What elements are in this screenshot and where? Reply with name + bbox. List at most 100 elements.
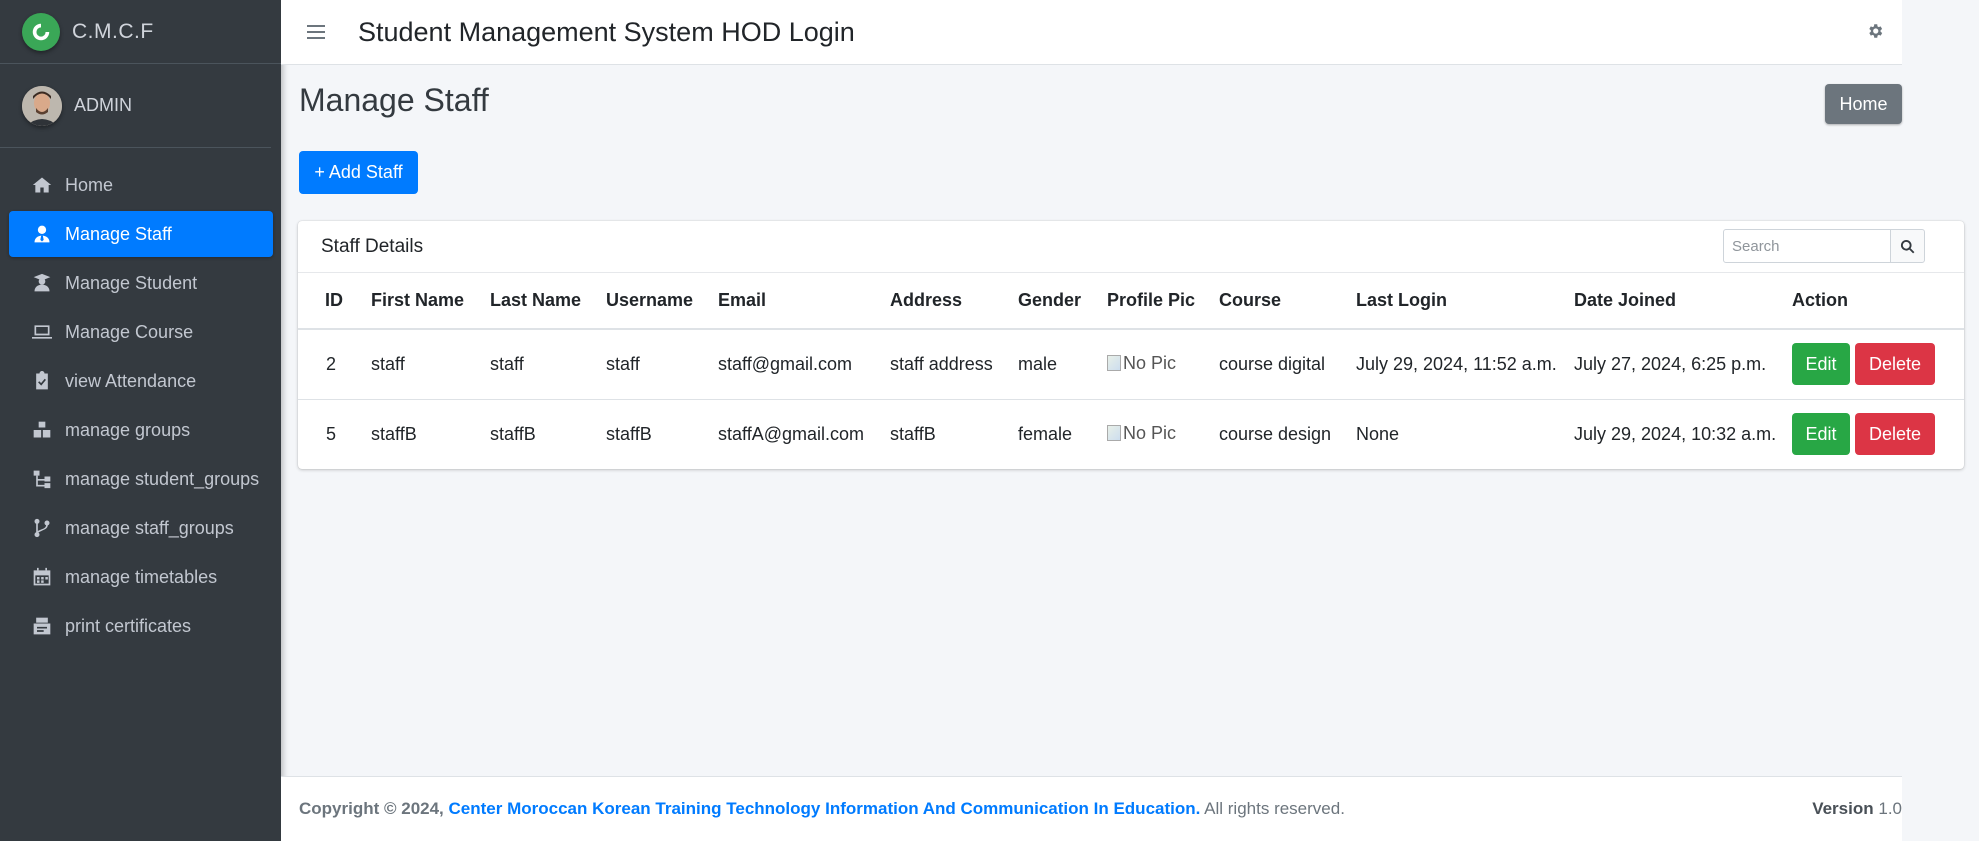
sidebar-item-manage-course[interactable]: Manage Course	[9, 309, 273, 355]
avatar	[22, 85, 62, 126]
table-header-row: ID First Name Last Name Username Email A…	[298, 273, 1964, 330]
top-navbar: Student Management System HOD Login	[281, 0, 1902, 65]
broken-image-icon: No Pic	[1107, 353, 1176, 374]
staff-details-card: Staff Details ID First Name Last Name Us…	[298, 221, 1964, 469]
sidebar-item-home[interactable]: Home	[9, 162, 273, 208]
laptop-icon	[31, 321, 53, 343]
certificate-print-icon	[31, 615, 53, 637]
sidebar-item-manage-timetables[interactable]: manage timetables	[9, 554, 273, 600]
sidebar-item-label: manage timetables	[65, 566, 218, 587]
cell-action: Edit Delete	[1792, 329, 1964, 400]
sidebar-item-label: manage staff_groups	[65, 517, 234, 538]
column-header-username: Username	[606, 273, 718, 330]
cell-id: 5	[326, 423, 337, 444]
cell-last-login: None	[1356, 423, 1400, 444]
cell-gender: male	[1018, 329, 1107, 400]
column-header-last-login: Last Login	[1356, 273, 1574, 330]
sidebar-item-print-certificates[interactable]: print certificates	[9, 603, 273, 649]
edit-button[interactable]: Edit	[1792, 343, 1850, 386]
broken-image-icon: No Pic	[1107, 423, 1176, 444]
search-icon	[1900, 239, 1915, 253]
rights-text: All rights reserved.	[1204, 799, 1345, 818]
sidebar-item-label: Manage Student	[65, 272, 198, 293]
add-staff-button[interactable]: + Add Staff	[299, 151, 418, 194]
column-header-action: Action	[1792, 273, 1964, 330]
edit-button[interactable]: Edit	[1792, 413, 1850, 456]
column-header-last-name: Last Name	[490, 273, 606, 330]
column-header-profile-pic: Profile Pic	[1107, 273, 1219, 330]
cell-username: staff	[606, 329, 718, 400]
cell-date-joined: July 29, 2024, 10:32 a.m.	[1574, 423, 1777, 444]
cell-date-joined: July 27, 2024, 6:25 p.m.	[1574, 329, 1792, 400]
user-tie-icon	[31, 223, 53, 245]
sidebar-item-manage-staff-groups[interactable]: manage staff_groups	[9, 505, 273, 551]
search-button[interactable]	[1890, 229, 1925, 263]
app-title: Student Management System HOD Login	[358, 16, 855, 47]
sidebar-item-view-attendance[interactable]: view Attendance	[9, 358, 273, 404]
column-header-course: Course	[1219, 273, 1356, 330]
brand-logo-icon	[22, 12, 60, 51]
cell-action: Edit Delete	[1792, 399, 1964, 469]
cell-address: staff address	[890, 329, 1018, 400]
cell-course: course digital	[1219, 329, 1356, 400]
sidebar-item-label: manage student_groups	[65, 468, 260, 489]
brand-name: C.M.C.F	[72, 19, 154, 43]
cell-address: staffB	[890, 423, 936, 444]
user-name: ADMIN	[74, 95, 132, 115]
cell-last-name: staff	[490, 329, 606, 400]
code-branch-icon	[31, 517, 53, 539]
home-button[interactable]: Home	[1825, 84, 1902, 124]
column-header-id: ID	[298, 273, 371, 330]
table-row: 2 staff staff staff staff@gmail.com staf…	[298, 329, 1964, 400]
cell-first-name: staffB	[371, 423, 417, 444]
cell-course: course design	[1219, 423, 1332, 444]
menu-toggle-icon[interactable]	[307, 25, 325, 39]
search-input[interactable]	[1723, 229, 1891, 263]
table-row: 5 staffB staffB staffB staffA@gmail.com …	[298, 399, 1964, 469]
cell-last-login: July 29, 2024, 11:52 a.m.	[1356, 329, 1574, 400]
gear-icon[interactable]	[1866, 22, 1884, 40]
sidebar-item-label: view Attendance	[65, 370, 197, 391]
cell-email: staff@gmail.com	[718, 329, 890, 400]
cell-email: staffA@gmail.com	[718, 423, 864, 444]
sidebar: C.M.C.F ADMIN Home Manage Staff Manage S…	[0, 0, 281, 841]
sidebar-item-manage-student-groups[interactable]: manage student_groups	[9, 456, 273, 502]
cell-last-name: staffB	[490, 423, 536, 444]
delete-button[interactable]: Delete	[1855, 343, 1935, 386]
delete-button[interactable]: Delete	[1855, 413, 1935, 456]
sidebar-item-label: Manage Staff	[65, 223, 172, 244]
sidebar-item-label: Home	[65, 174, 114, 195]
user-panel[interactable]: ADMIN	[0, 64, 271, 148]
sidebar-item-manage-groups[interactable]: manage groups	[9, 407, 273, 453]
column-header-email: Email	[718, 273, 890, 330]
cell-gender: female	[1018, 423, 1073, 444]
profile-pic-alt: No Pic	[1123, 352, 1177, 373]
version-value: 1.0	[1878, 799, 1902, 818]
cell-id: 2	[298, 329, 371, 400]
card-title: Staff Details	[321, 236, 424, 257]
footer-copyright: Copyright © 2024, Center Moroccan Korean…	[299, 799, 1345, 819]
clipboard-check-icon	[31, 370, 53, 392]
home-icon	[31, 174, 53, 196]
user-graduate-icon	[31, 272, 53, 294]
profile-pic-alt: No Pic	[1123, 422, 1177, 443]
cubes-icon	[31, 419, 53, 441]
card-header: Staff Details	[298, 221, 1964, 273]
sitemap-icon	[31, 468, 53, 490]
column-header-gender: Gender	[1018, 273, 1107, 330]
staff-table: ID First Name Last Name Username Email A…	[298, 273, 1964, 469]
calendar-icon	[31, 566, 53, 588]
cell-profile-pic: No Pic	[1107, 399, 1219, 469]
sidebar-item-manage-student[interactable]: Manage Student	[9, 260, 273, 306]
footer-version: Version 1.0	[1812, 799, 1902, 819]
sidebar-item-label: manage groups	[65, 419, 191, 440]
sidebar-item-manage-staff[interactable]: Manage Staff	[9, 211, 273, 257]
version-label: Version	[1812, 799, 1874, 818]
cell-username: staffB	[606, 423, 652, 444]
column-header-first-name: First Name	[371, 273, 490, 330]
page-title: Manage Staff	[299, 82, 489, 118]
brand-link[interactable]: C.M.C.F	[0, 0, 281, 64]
sidebar-nav: Home Manage Staff Manage Student Manage …	[0, 148, 281, 649]
footer: Copyright © 2024, Center Moroccan Korean…	[281, 776, 1902, 841]
organization-link[interactable]: Center Moroccan Korean Training Technolo…	[449, 799, 1201, 818]
